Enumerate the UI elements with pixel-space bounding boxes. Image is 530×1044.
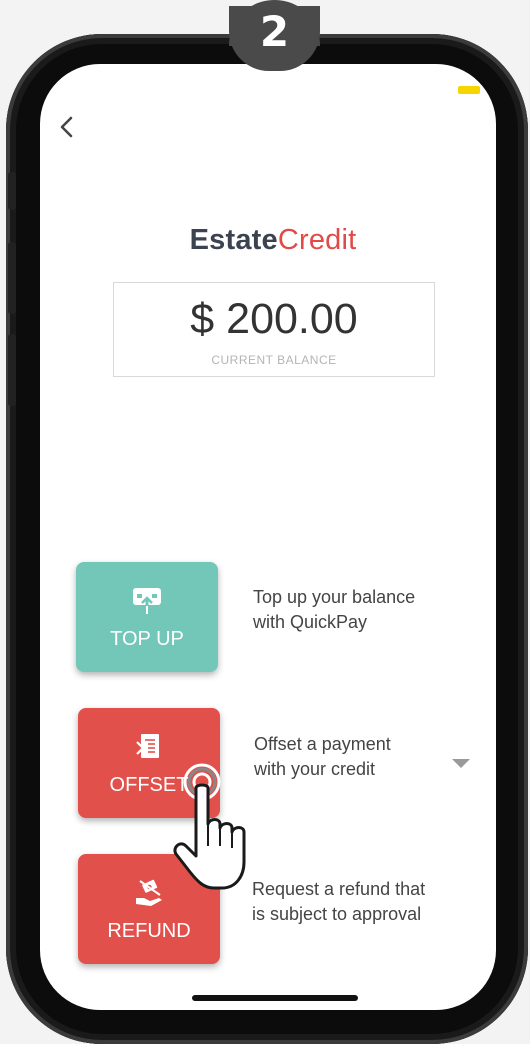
top-up-description: Top up your balance with QuickPay [253,585,415,635]
brand-title: EstateCredit [0,224,530,257]
status-indicator [458,86,480,94]
hand-refund-icon [136,879,162,906]
refund-label: REFUND [107,920,191,942]
refund-description-line: is subject to approval [252,904,422,924]
step-number: 2 [259,7,290,56]
top-up-description-line: with QuickPay [253,612,368,632]
top-up-description-line: Top up your balance [253,587,416,607]
caret-down-icon[interactable] [451,757,471,769]
balance-caption: CURRENT BALANCE [211,353,337,367]
home-indicator[interactable] [192,995,358,1001]
phone-side-button [8,172,16,210]
offset-description-line: Offset a payment [254,734,391,754]
refund-description: Request a refund that is subject to appr… [252,877,425,927]
brand-first-word: Estate [189,224,278,256]
card-upload-icon [133,588,161,614]
refund-description-line: Request a refund that [252,879,426,899]
brand-second-word: Credit [277,224,357,256]
chevron-left-icon[interactable] [58,116,78,138]
balance-card: $ 200.00 CURRENT BALANCE [113,282,435,377]
offset-description: Offset a payment with your credit [254,732,391,782]
top-up-label: TOP UP [110,628,184,650]
offset-description-line: with your credit [254,759,376,779]
phone-side-button [8,334,16,406]
balance-amount: $ 200.00 [190,295,358,343]
invoice-icon [136,734,159,758]
hand-pointer-icon [173,763,246,890]
top-up-button[interactable]: TOP UP [76,562,218,672]
